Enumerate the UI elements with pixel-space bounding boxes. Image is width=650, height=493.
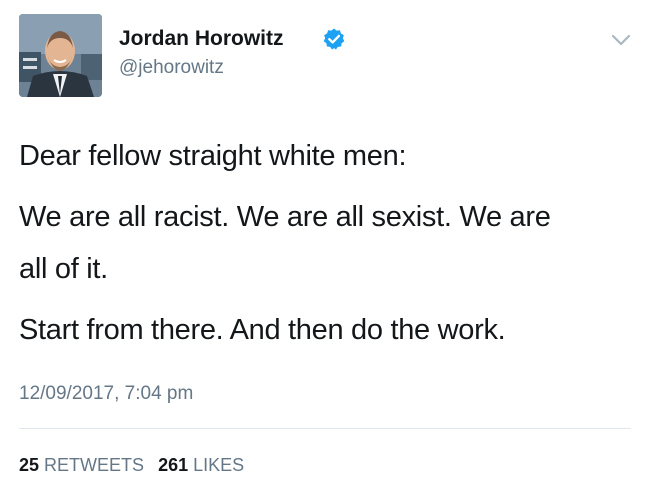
likes-label: LIKES (193, 455, 245, 475)
user-handle[interactable]: @jehorowitz (119, 57, 224, 79)
likes-stat[interactable]: 261 LIKES (158, 455, 244, 475)
tweet-text-line: Dear fellow straight white men: (19, 140, 407, 172)
tweet-timestamp[interactable]: 12/09/2017, 7:04 pm (19, 383, 193, 405)
avatar[interactable] (19, 14, 102, 97)
tweet-text-line: all of it. (19, 253, 108, 285)
verified-badge-icon (323, 28, 345, 50)
tweet-text-line: Start from there. And then do the work. (19, 314, 506, 346)
display-name[interactable]: Jordan Horowitz (119, 27, 284, 51)
retweets-count: 25 (19, 455, 40, 475)
retweets-stat[interactable]: 25 RETWEETS (19, 455, 144, 475)
chevron-down-icon[interactable] (609, 32, 633, 48)
retweets-label: RETWEETS (44, 455, 145, 475)
tweet-card: Jordan Horowitz @jehorowitz Dear fellow … (0, 0, 650, 493)
divider (19, 428, 631, 429)
tweet-stats: 25 RETWEETS 261 LIKES (19, 455, 258, 476)
tweet-text-line: We are all racist. We are all sexist. We… (19, 201, 551, 233)
likes-count: 261 (158, 455, 189, 475)
avatar-image (19, 14, 102, 97)
